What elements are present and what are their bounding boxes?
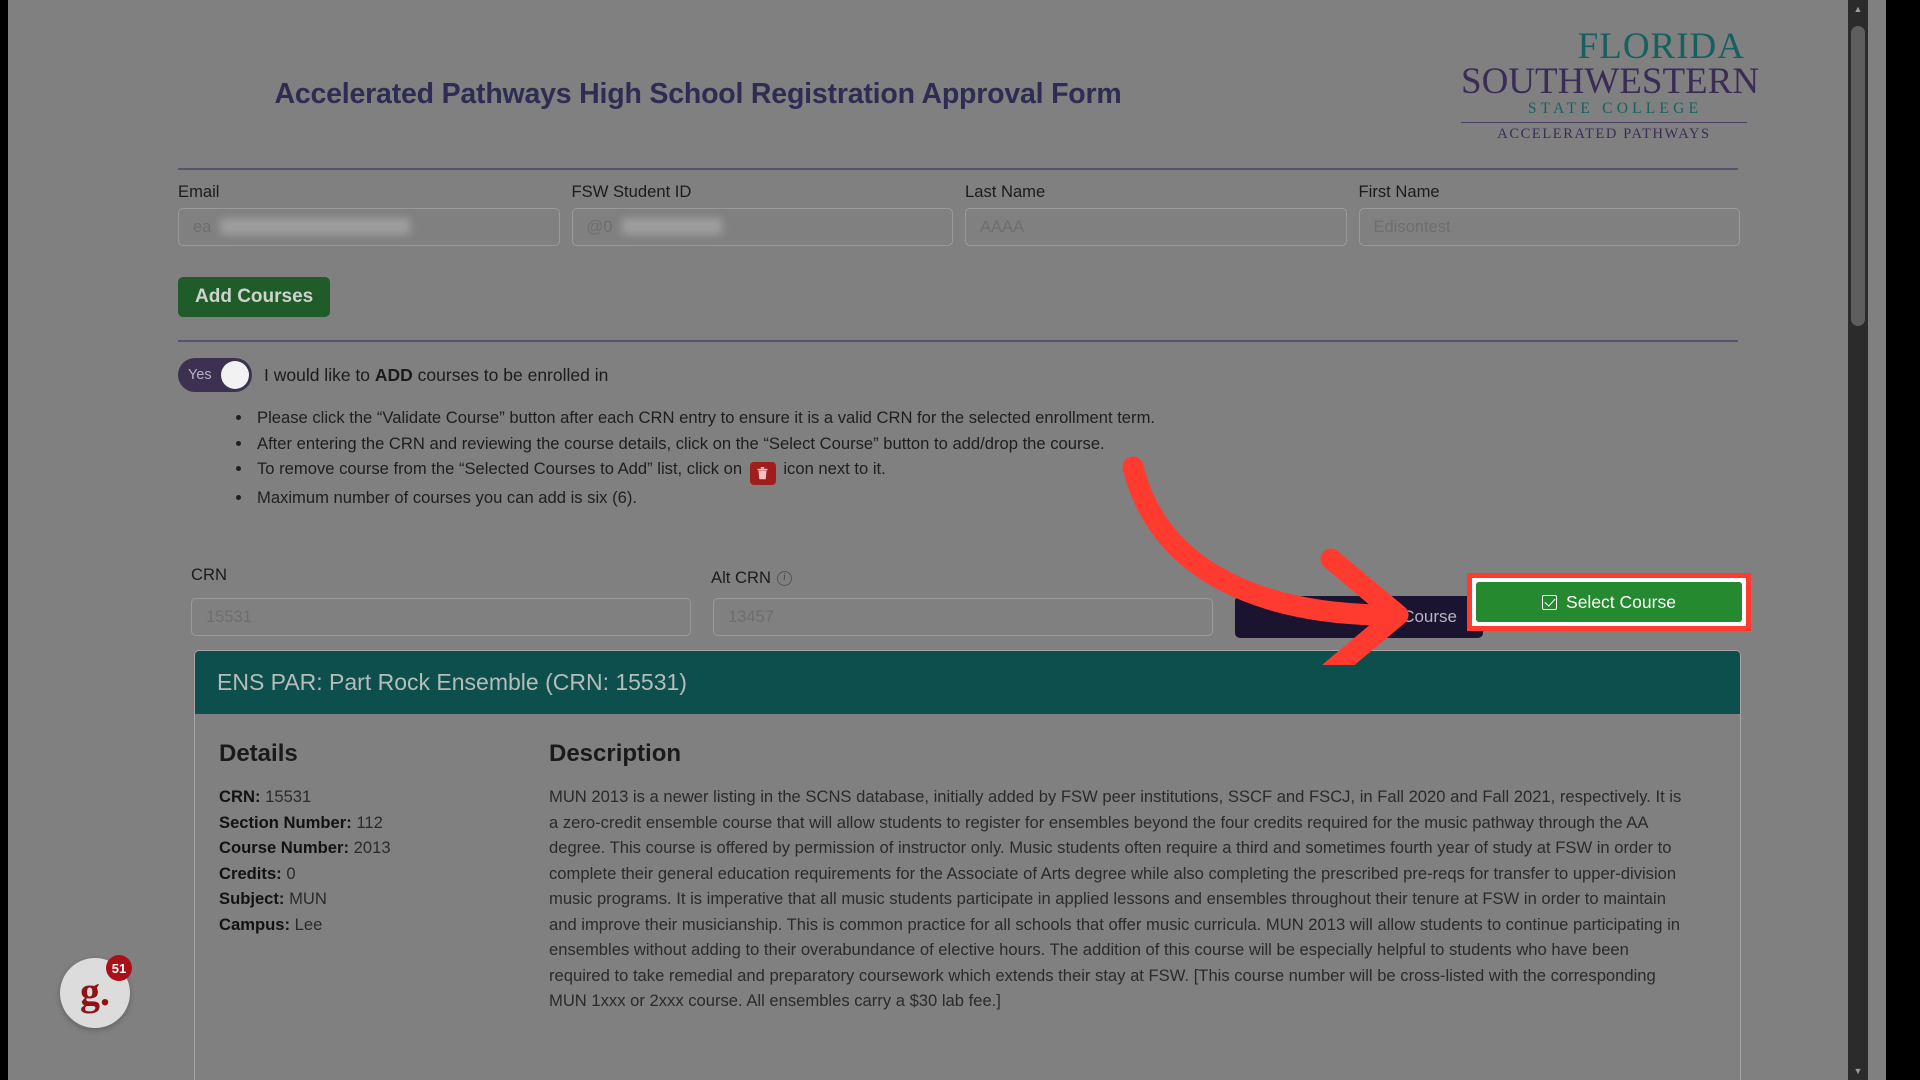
instruction-item-2: After entering the CRN and reviewing the… (253, 431, 1385, 457)
detail-label-campus: Campus: (219, 914, 290, 934)
toggle-description-prefix: I would like to (264, 364, 375, 385)
toggle-description: I would like to ADD courses to be enroll… (264, 365, 608, 386)
trash-icon[interactable] (749, 462, 776, 485)
details-heading: Details (219, 740, 298, 767)
detail-value-subject: MUN (289, 889, 327, 908)
section-divider (178, 340, 1738, 342)
email-label: Email (178, 182, 220, 201)
validate-course-button[interactable]: Validate Course (1235, 596, 1483, 638)
fsw-student-id-redaction (621, 218, 722, 235)
detail-row-subject: Subject: MUN (219, 886, 549, 912)
fsw-logo: FLORIDA SOUTHWESTERN STATE COLLEGE ACCEL… (1461, 26, 1760, 143)
logo-line-accelerated-pathways: ACCELERATED PATHWAYS (1497, 125, 1711, 142)
info-icon[interactable]: i (776, 570, 792, 586)
last-name-field-group: Last Name (965, 182, 1347, 246)
instruction-item-3-prefix: To remove course from the “Selected Cour… (257, 459, 743, 478)
detail-label-subject: Subject: (219, 889, 285, 908)
help-widget-badge: 51 (106, 955, 132, 981)
detail-value-credits: 0 (286, 863, 296, 883)
detail-row-campus: Campus: Lee (219, 912, 549, 938)
email-redaction (220, 218, 410, 235)
crn-label: CRN (191, 565, 227, 584)
instruction-item-1: Please click the “Validate Course” butto… (253, 405, 1385, 431)
instruction-item-3: To remove course from the “Selected Cour… (253, 456, 1385, 485)
logo-line-southwestern: SOUTHWESTERN (1461, 61, 1760, 103)
select-course-highlight: Select Course (1467, 573, 1751, 631)
select-course-button[interactable]: Select Course (1476, 582, 1742, 622)
course-card-title: ENS PAR: Part Rock Ensemble (CRN: 15531) (195, 651, 1740, 714)
detail-row-course-number: Course Number: 2013 (219, 835, 549, 861)
description-heading: Description (549, 740, 682, 767)
logo-divider (1461, 121, 1747, 123)
first-name-label: First Name (1358, 182, 1440, 201)
guide-logo-icon: g. (80, 968, 110, 1014)
scrollbar-thumb[interactable] (1851, 26, 1865, 326)
course-description-text: MUN 2013 is a newer listing in the SCNS … (549, 787, 1682, 1010)
first-name-field-group: First Name (1358, 182, 1740, 246)
detail-value-crn: 15531 (265, 787, 312, 806)
first-name-input[interactable] (1358, 208, 1740, 246)
fsw-student-id-label: FSW Student ID (571, 182, 692, 201)
toggle-knob (221, 361, 249, 389)
detail-value-campus: Lee (294, 914, 323, 934)
add-courses-button[interactable]: Add Courses (178, 277, 331, 317)
toggle-description-suffix: courses to be enrolled in (412, 364, 609, 385)
logo-line-state-college: STATE COLLEGE (1527, 100, 1703, 118)
course-description-column: Description MUN 2013 is a newer listing … (549, 740, 1716, 1054)
detail-label-crn: CRN: (219, 787, 261, 806)
fsw-student-id-field-group: FSW Student ID (571, 182, 953, 246)
instruction-item-4: Maximum number of courses you can add is… (253, 485, 1385, 511)
form-content: Accelerated Pathways High School Registr… (8, 0, 1863, 1080)
detail-row-section-number: Section Number: 112 (219, 810, 549, 836)
page-header: Accelerated Pathways High School Registr… (8, 0, 1863, 168)
last-name-input[interactable] (965, 208, 1347, 246)
browser-viewport: Accelerated Pathways High School Registr… (0, 0, 1920, 1080)
toggle-state-label: Yes (188, 367, 212, 383)
select-course-label: Select Course (1566, 591, 1676, 612)
toggle-description-emphasis: ADD (374, 364, 413, 385)
student-fields-row: Email FSW Student ID Last Name First Nam… (178, 182, 1740, 246)
alt-crn-label: Alt CRN (711, 568, 771, 587)
header-divider (178, 168, 1738, 170)
detail-label-course-number: Course Number: (219, 838, 350, 857)
course-detail-card: ENS PAR: Part Rock Ensemble (CRN: 15531)… (194, 650, 1741, 1080)
logo-line-florida: FLORIDA (1577, 26, 1745, 67)
crn-input[interactable] (191, 598, 691, 636)
email-field-group: Email (178, 182, 560, 246)
detail-label-section-number: Section Number: (219, 812, 352, 832)
instruction-item-3-suffix: icon next to it. (783, 459, 886, 478)
detail-value-section-number: 112 (356, 812, 383, 832)
scroll-down-arrow-icon[interactable]: ▼ (1848, 1062, 1868, 1080)
detail-value-course-number: 2013 (353, 838, 391, 857)
last-name-label: Last Name (965, 182, 1046, 201)
detail-row-crn: CRN: 15531 (219, 784, 549, 810)
help-chat-widget[interactable]: g. 51 (60, 955, 132, 1028)
checkbox-check-icon (1542, 594, 1558, 610)
detail-label-credits: Credits: (219, 863, 282, 883)
detail-row-credits: Credits: 0 (219, 861, 549, 887)
alt-crn-input[interactable] (713, 598, 1213, 636)
add-courses-toggle[interactable]: Yes (178, 358, 252, 392)
add-courses-toggle-row: Yes I would like to ADD courses to be en… (178, 358, 608, 392)
alt-crn-label-group: Alt CRN i (711, 565, 1231, 591)
page-title: Accelerated Pathways High School Registr… (274, 78, 1122, 110)
course-details-column: Details CRN: 15531 Section Number: 112 C… (219, 740, 549, 1054)
scroll-up-arrow-icon[interactable]: ▲ (1848, 0, 1868, 18)
page-root: Accelerated Pathways High School Registr… (8, 0, 1886, 1080)
course-card-body: Details CRN: 15531 Section Number: 112 C… (195, 714, 1740, 1080)
page-scrollbar[interactable]: ▲ ▼ (1848, 0, 1868, 1080)
instructions-list: Please click the “Validate Course” butto… (235, 405, 1385, 511)
